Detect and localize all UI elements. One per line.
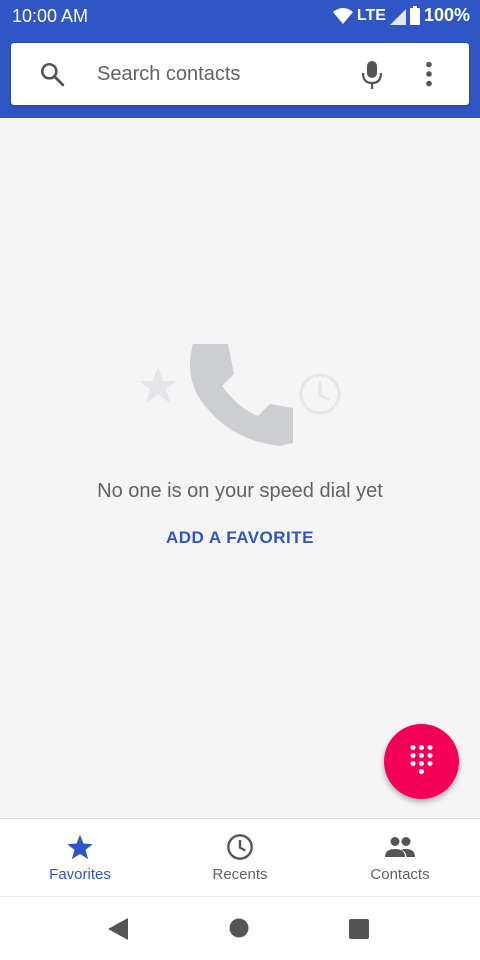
more-vert-icon[interactable] [425, 61, 433, 87]
mic-icon[interactable] [361, 60, 383, 90]
people-icon [385, 837, 415, 857]
system-nav-bar [0, 896, 480, 960]
status-time: 10:00 AM [12, 6, 89, 26]
tab-recents[interactable]: Recents [160, 819, 320, 896]
tab-label-recents: Recents [212, 866, 268, 883]
tab-contacts[interactable]: Contacts [320, 819, 480, 896]
battery-icon [409, 6, 420, 25]
home-icon[interactable] [229, 918, 249, 938]
bottom-nav: Favorites Recents Contacts [0, 818, 480, 896]
add-favorite-button[interactable]: ADD A FAVORITE [140, 528, 340, 548]
recents-icon[interactable] [349, 919, 369, 939]
battery-percent: 100% [423, 5, 470, 25]
dialpad-fab[interactable] [384, 724, 459, 799]
phone-icon [189, 344, 293, 446]
network-type: LTE [356, 6, 386, 24]
empty-state-message: No one is on your speed dial yet [97, 480, 383, 502]
status-bar: 10:00 AM LTE 100% [0, 0, 480, 32]
search-input[interactable] [97, 59, 337, 89]
star-icon [139, 368, 177, 403]
app-header [0, 32, 480, 118]
clock-icon [227, 834, 253, 860]
status-icons: LTE 100% [332, 5, 470, 26]
signal-icon [389, 8, 406, 25]
tab-label-favorites: Favorites [49, 866, 111, 883]
tab-favorites[interactable]: Favorites [0, 819, 160, 896]
empty-state-illustration [139, 344, 341, 446]
clock-icon [299, 373, 341, 415]
search-icon[interactable] [39, 61, 65, 87]
favorites-content: No one is on your speed dial yet ADD A F… [0, 118, 480, 818]
wifi-icon [332, 7, 353, 24]
dialpad-icon [410, 745, 433, 774]
back-icon[interactable] [108, 918, 128, 940]
tab-label-contacts: Contacts [370, 866, 430, 883]
star-icon [67, 834, 93, 860]
search-bar[interactable] [11, 43, 469, 105]
